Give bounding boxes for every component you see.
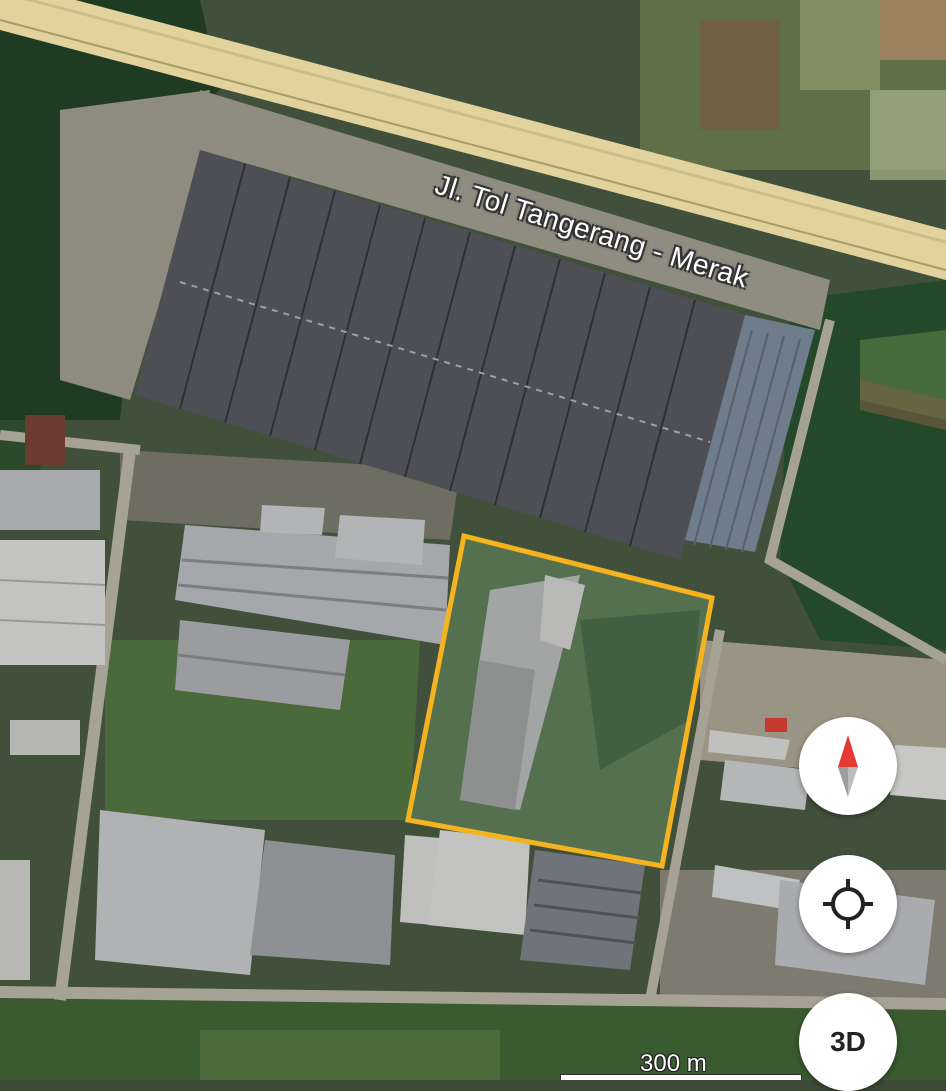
- my-location-button[interactable]: [799, 855, 897, 953]
- crosshair-icon: [823, 879, 873, 929]
- compass-button[interactable]: [799, 717, 897, 815]
- view-3d-button[interactable]: 3D: [799, 993, 897, 1091]
- compass-icon: [838, 735, 858, 797]
- view-3d-label: 3D: [830, 1026, 866, 1057]
- scale-label: 300 m: [640, 1050, 707, 1077]
